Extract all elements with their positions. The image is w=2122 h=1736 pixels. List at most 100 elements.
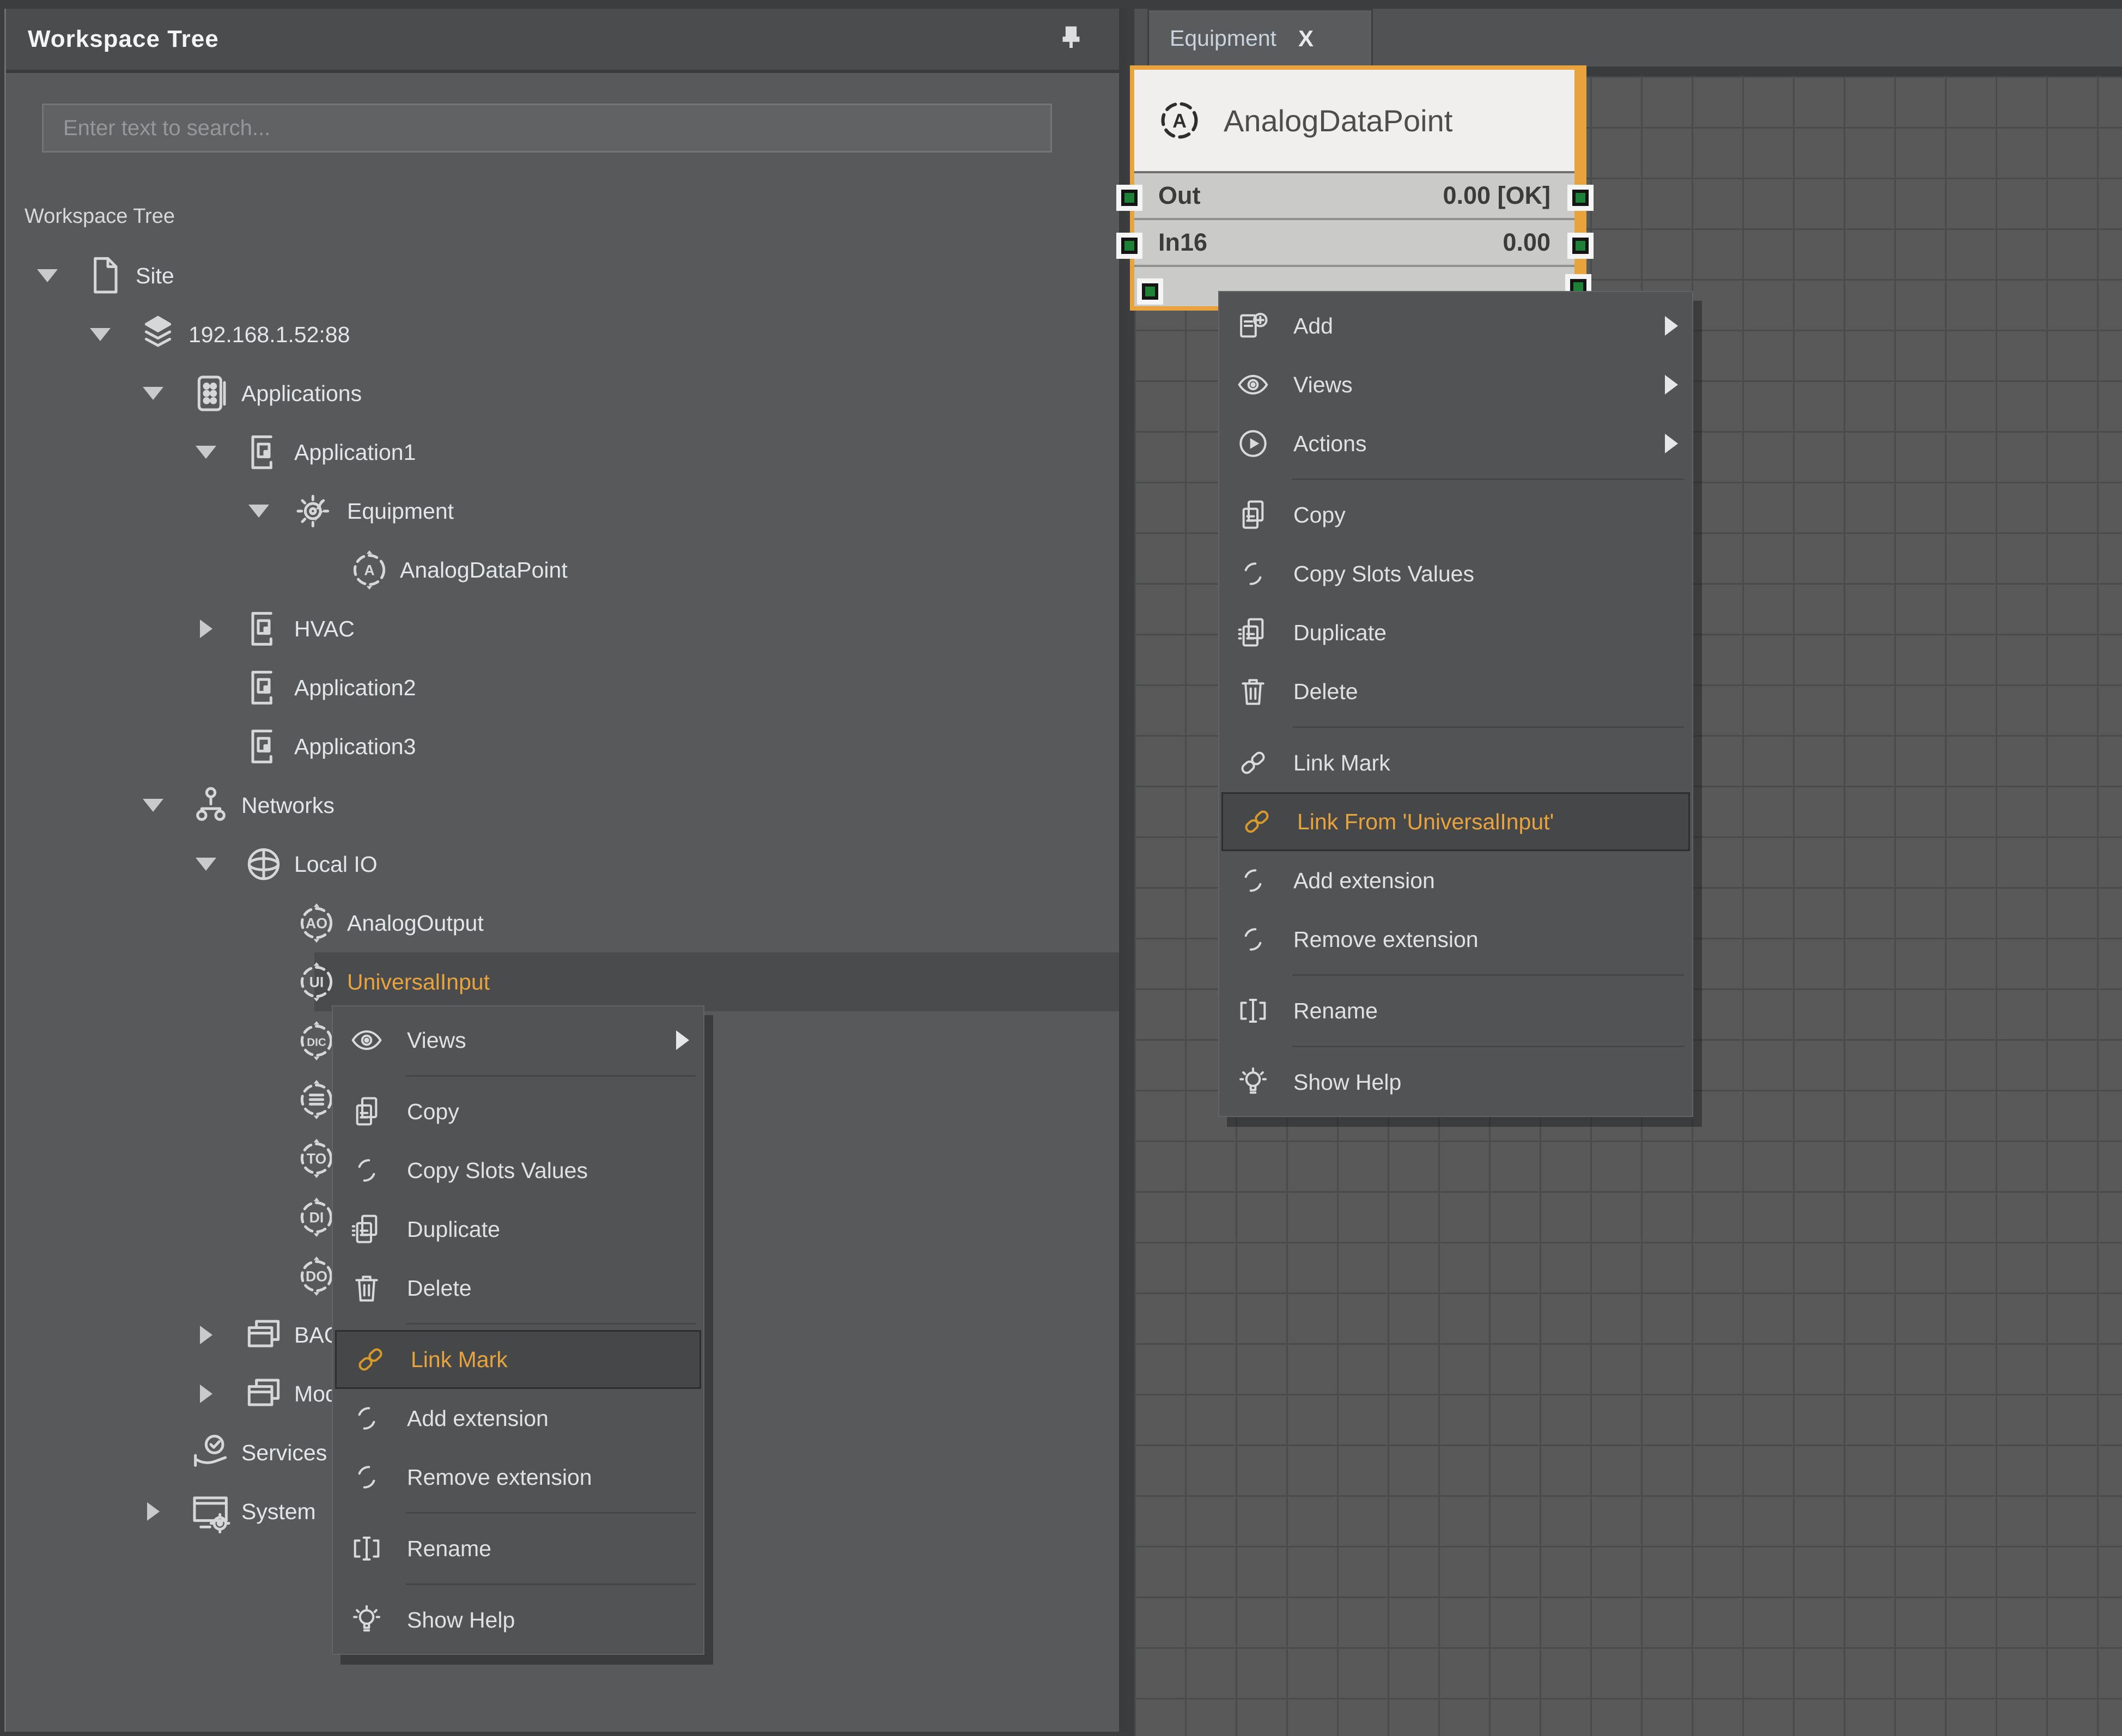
tree-expand-arrow[interactable] (190, 423, 222, 482)
search-input[interactable] (42, 104, 1052, 153)
menu-item-delete[interactable]: Delete (1219, 662, 1692, 721)
copy-icon (1236, 497, 1270, 532)
menu-separator (406, 1075, 696, 1077)
menu-item-views[interactable]: Views (333, 1011, 703, 1070)
eye-icon (349, 1023, 384, 1058)
panel-title: Workspace Tree (28, 26, 219, 53)
menu-item-remove-extension[interactable]: Remove extension (333, 1448, 703, 1507)
analog-data-point-block[interactable]: A AnalogDataPoint Out 0.00 [OK] In16 0.0… (1130, 65, 1586, 311)
menu-item-add-extension[interactable]: Add extension (333, 1389, 703, 1448)
menu-item-link-mark[interactable]: Link Mark (335, 1330, 701, 1389)
menu-item-show-help[interactable]: Show Help (333, 1591, 703, 1649)
tree-expand-arrow[interactable] (190, 835, 222, 894)
tree-item-hvac[interactable]: HVAC (6, 599, 1119, 658)
tab-label: Equipment (1170, 26, 1276, 51)
tree-item-application3[interactable]: Application3 (6, 717, 1119, 776)
globe-icon (242, 842, 285, 886)
slots-arcs-icon (349, 1401, 384, 1436)
tree-expand-arrow[interactable] (31, 246, 64, 305)
connector-pin-in16-left[interactable] (1121, 238, 1138, 254)
pin-icon[interactable] (1054, 22, 1089, 57)
menu-item-delete[interactable]: Delete (333, 1259, 703, 1318)
slot-value: 0.00 [OK] (1443, 181, 1551, 210)
menu-item-show-help[interactable]: Show Help (1219, 1053, 1692, 1112)
menu-item-label: Copy (1293, 502, 1678, 528)
tree-item-site[interactable]: Site (6, 246, 1119, 305)
tree-item-label: 192.168.1.52:88 (189, 305, 350, 364)
menu-item-label: Delete (407, 1276, 689, 1301)
gear-bolt-icon (295, 489, 338, 533)
menu-item-actions[interactable]: Actions (1219, 414, 1692, 473)
add-node-icon (1236, 308, 1270, 343)
menu-item-link-from-universalinput-[interactable]: Link From 'UniversalInput' (1221, 792, 1690, 851)
menu-item-label: Actions (1293, 431, 1649, 457)
menu-item-views[interactable]: Views (1219, 355, 1692, 414)
tree-expand-arrow[interactable] (190, 599, 222, 658)
folders-icon (242, 1313, 285, 1357)
menu-item-remove-extension[interactable]: Remove extension (1219, 910, 1692, 969)
tree-item-equipment[interactable]: Equipment (6, 482, 1119, 541)
menu-item-duplicate[interactable]: Duplicate (333, 1200, 703, 1259)
tree-item-label: Equipment (347, 482, 454, 541)
tree-expand-arrow[interactable] (190, 1364, 222, 1423)
canvas-context-menu: AddViews Actions Copy Copy Slots Values Dupl… (1218, 291, 1693, 1117)
tree-item-applications[interactable]: Applications (6, 364, 1119, 423)
tree-item-label: Networks (241, 776, 335, 835)
tree-section-label: Workspace Tree (25, 205, 175, 228)
tree-expand-arrow[interactable] (137, 776, 169, 835)
connector-pin-out-left[interactable] (1121, 190, 1138, 206)
menu-item-link-mark[interactable]: Link Mark (1219, 733, 1692, 792)
io-circle-icon: AO (295, 901, 338, 945)
tab-equipment[interactable]: Equipment X (1147, 9, 1373, 66)
app-window-icon (242, 607, 285, 651)
tree-expand-arrow[interactable] (242, 482, 275, 541)
connector-pin-out-right[interactable] (1572, 190, 1589, 206)
menu-item-label: Duplicate (407, 1217, 689, 1242)
submenu-arrow-icon (676, 1030, 689, 1050)
slot-out[interactable]: Out 0.00 [OK] (1134, 173, 1574, 220)
menu-item-duplicate[interactable]: Duplicate (1219, 603, 1692, 662)
menu-item-rename[interactable]: Rename (333, 1519, 703, 1578)
tree-item-application2[interactable]: Application2 (6, 658, 1119, 717)
menu-item-add[interactable]: Add (1219, 296, 1692, 355)
svg-text:A: A (1172, 110, 1187, 132)
slots-arcs-icon (349, 1153, 384, 1188)
menu-item-copy-slots-values[interactable]: Copy Slots Values (1219, 544, 1692, 603)
tab-close-icon[interactable]: X (1298, 26, 1314, 52)
slots-arcs-icon (1236, 922, 1270, 957)
tree-expand-arrow[interactable] (137, 1482, 169, 1541)
tree-item-label: Applications (241, 364, 362, 423)
tree-item-networks[interactable]: Networks (6, 776, 1119, 835)
tree-item-192-168-1-52-88[interactable]: 192.168.1.52:88 (6, 305, 1119, 364)
slot-in16[interactable]: In16 0.00 (1134, 220, 1574, 267)
connector-pin-in16-right[interactable] (1572, 238, 1589, 254)
menu-item-copy-slots-values[interactable]: Copy Slots Values (333, 1141, 703, 1200)
menu-item-copy[interactable]: Copy (1219, 485, 1692, 544)
tree-expand-arrow[interactable] (84, 305, 117, 364)
tree-item-application1[interactable]: Application1 (6, 423, 1119, 482)
tree-expand-arrow[interactable] (137, 364, 169, 423)
rename-icon (1236, 993, 1270, 1028)
tree-item-label: Mod (294, 1364, 338, 1423)
tree-item-analogoutput[interactable]: AOAnalogOutput (6, 894, 1119, 952)
tree-item-label: Application2 (294, 658, 416, 717)
svg-text:DO: DO (306, 1268, 327, 1284)
submenu-arrow-icon (1665, 375, 1678, 394)
menu-item-add-extension[interactable]: Add extension (1219, 851, 1692, 910)
tree-item-universalinput[interactable]: UIUniversalInput (6, 952, 1119, 1011)
slot-name: In16 (1158, 228, 1503, 257)
slots-arcs-icon (349, 1460, 384, 1495)
menu-item-rename[interactable]: Rename (1219, 981, 1692, 1040)
tree-item-label: Application1 (294, 423, 416, 482)
tree-item-analogdatapoint[interactable]: AAnalogDataPoint (6, 541, 1119, 599)
menu-item-copy[interactable]: Copy (333, 1082, 703, 1141)
connector-pin-bottom-left[interactable] (1142, 283, 1158, 300)
copy-icon (349, 1094, 384, 1129)
tree-expand-arrow[interactable] (190, 1306, 222, 1364)
menu-item-label: Duplicate (1293, 620, 1678, 646)
menu-item-label: Copy Slots Values (407, 1158, 689, 1183)
svg-text:DI: DI (309, 1209, 324, 1225)
workspace-tree-header: Workspace Tree (6, 9, 1119, 73)
slot-name: Out (1158, 181, 1443, 210)
tree-item-local-io[interactable]: Local IO (6, 835, 1119, 894)
